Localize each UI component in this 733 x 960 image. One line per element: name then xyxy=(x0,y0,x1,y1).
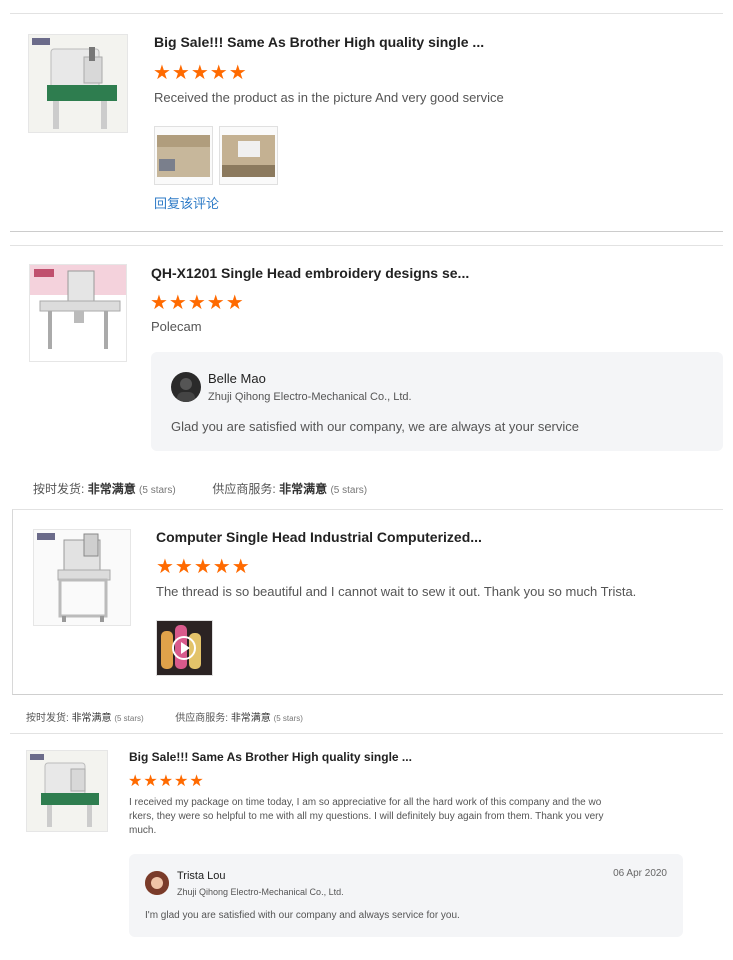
shipping-stars: (5 stars) xyxy=(139,485,176,496)
review-card: Computer Single Head Industrial Computer… xyxy=(12,509,723,695)
service-stars: (5 stars) xyxy=(330,485,368,496)
divider xyxy=(10,231,723,232)
product-thumbnail[interactable] xyxy=(33,529,131,626)
reply-date: 06 Apr 2020 xyxy=(613,868,667,879)
shipping-label: 按时发货: xyxy=(33,482,85,496)
service-value: 非常满意 xyxy=(230,713,271,724)
review-photo[interactable] xyxy=(219,126,278,185)
review-text-line: rkers, they were so helpful to me with a… xyxy=(129,811,604,822)
review-text: Polecam xyxy=(151,319,202,334)
seller-reply: Trista Lou Zhuji Qihong Electro-Mechanic… xyxy=(129,854,683,937)
rating-stars: ★★★★★ xyxy=(150,292,245,314)
shipping-value: 非常满意 xyxy=(87,482,136,496)
review-photo[interactable] xyxy=(154,126,213,185)
reply-author-name: Belle Mao xyxy=(208,371,266,386)
service-value: 非常满意 xyxy=(279,482,328,496)
avatar xyxy=(171,372,201,402)
embroidery-machine-image xyxy=(27,751,107,831)
review-text-line: I received my package on time today, I a… xyxy=(129,797,602,808)
review-text-line: much. xyxy=(129,825,157,836)
reply-text: I'm glad you are satisfied with our comp… xyxy=(145,910,460,921)
divider xyxy=(10,13,723,14)
seller-reply: Belle Mao Zhuji Qihong Electro-Mechanica… xyxy=(151,352,723,451)
rating-stars: ★★★★★ xyxy=(153,62,248,84)
rating-stars: ★★★★★ xyxy=(128,773,205,790)
embroidery-machine-image xyxy=(34,530,130,625)
embroidery-machine-image xyxy=(29,35,127,132)
embroidery-machine-image xyxy=(30,265,126,361)
product-thumbnail[interactable] xyxy=(28,34,128,133)
rating-stars: ★★★★★ xyxy=(156,556,251,578)
shipping-label: 按时发货: xyxy=(26,713,69,724)
supplier-ratings: 按时发货: 非常满意 (5 stars) 供应商服务: 非常满意 (5 star… xyxy=(26,709,303,724)
service-label: 供应商服务: xyxy=(212,482,276,496)
shipping-value: 非常满意 xyxy=(71,713,112,724)
supplier-ratings: 按时发货: 非常满意 (5 stars) 供应商服务: 非常满意 (5 star… xyxy=(33,480,367,497)
review-video[interactable] xyxy=(156,620,213,676)
reply-author-name: Trista Lou xyxy=(177,870,226,882)
avatar xyxy=(145,871,169,895)
product-thumbnail[interactable] xyxy=(29,264,127,362)
service-stars: (5 stars) xyxy=(273,714,303,723)
divider xyxy=(10,245,723,246)
reply-to-review-link[interactable]: 回复该评论 xyxy=(154,193,219,212)
product-title[interactable]: QH-X1201 Single Head embroidery designs … xyxy=(151,265,469,281)
reply-text: Glad you are satisfied with our company,… xyxy=(171,419,579,434)
product-title[interactable]: Computer Single Head Industrial Computer… xyxy=(156,529,482,545)
reply-company: Zhuji Qihong Electro-Mechanical Co., Ltd… xyxy=(177,887,344,897)
review-text: The thread is so beautiful and I cannot … xyxy=(156,584,637,599)
review-text: Received the product as in the picture A… xyxy=(154,90,504,105)
shipping-stars: (5 stars) xyxy=(114,714,144,723)
reply-company: Zhuji Qihong Electro-Mechanical Co., Ltd… xyxy=(208,391,412,403)
divider xyxy=(10,733,723,734)
product-thumbnail[interactable] xyxy=(26,750,108,832)
service-label: 供应商服务: xyxy=(175,713,229,724)
product-title[interactable]: Big Sale!!! Same As Brother High quality… xyxy=(154,34,484,50)
product-title[interactable]: Big Sale!!! Same As Brother High quality… xyxy=(129,750,412,764)
